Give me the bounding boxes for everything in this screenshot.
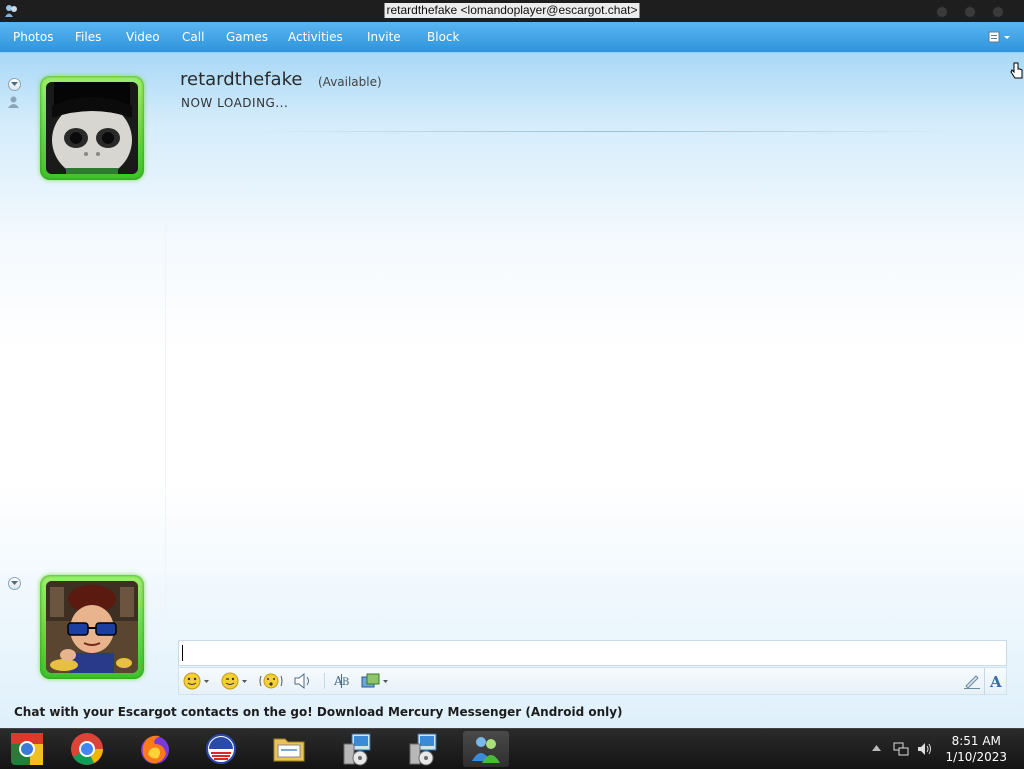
menu-files[interactable]: Files [75,30,101,44]
chrome-os-icon [11,733,43,765]
messenger-buddies-icon [472,737,500,763]
menu-invite[interactable]: Invite [367,30,401,44]
taskbar-app-chrome[interactable] [64,731,110,767]
messenger-setup-icon [409,733,437,766]
taskbar-app-files[interactable] [266,731,312,767]
contact-display-name[interactable]: retardthefake [180,69,302,90]
conversation-window: retardthefake (Available) NOW LOADING... [0,53,1024,728]
menu-photos[interactable]: Photos [13,30,53,44]
header-divider [258,131,958,132]
handwriting-pen-icon[interactable] [963,672,981,690]
svg-text:B: B [342,677,349,688]
tray-expand-icon[interactable] [872,745,881,751]
menu-call[interactable]: Call [182,30,204,44]
promo-banner-link[interactable]: Chat with your Escargot contacts on the … [14,705,623,719]
obama-logo-icon [206,734,236,764]
menu-video[interactable]: Video [126,30,160,44]
clock-date: 1/10/2023 [945,750,1007,764]
minimize-button[interactable] [936,6,948,18]
taskbar-app-firefox[interactable] [132,731,178,767]
hand-cursor-icon [1010,62,1023,79]
firefox-icon [141,735,169,764]
collapse-contact-pane-button[interactable] [8,78,21,91]
own-avatar[interactable] [40,575,144,679]
chevron-down-icon [11,581,18,585]
window-title: retardthefake <lomandoplayer@escargot.ch… [384,3,640,18]
taskbar-app-chromeos[interactable] [4,731,50,767]
send-image-icon[interactable] [361,672,391,690]
compose-toolbar: A B A [178,667,1007,695]
own-avatar-image [46,581,138,673]
contact-card-button[interactable] [8,96,19,108]
menu-games[interactable]: Games [226,30,268,44]
taskbar-app-setup-1[interactable] [334,731,380,767]
close-button[interactable] [992,6,1004,18]
message-input[interactable] [178,640,1007,666]
emoticon-icon[interactable] [183,672,211,690]
messenger-setup-icon [343,733,371,766]
sidebar-divider [165,223,166,643]
svg-text:A: A [989,673,1002,690]
taskbar-app-setup-2[interactable] [400,731,446,767]
menu-bar: Photos Files Video Call Games Activities… [0,22,1024,53]
voice-clip-icon[interactable] [293,672,313,690]
wink-icon[interactable] [221,672,249,690]
text-caret [182,645,183,661]
contact-avatar[interactable] [40,76,144,180]
chevron-down-icon [11,82,18,86]
chrome-icon [71,733,103,765]
contact-personal-message: NOW LOADING... [181,96,289,110]
taskbar: 8:51 AM 1/10/2023 [0,728,1024,769]
maximize-button[interactable] [964,6,976,18]
change-font-icon[interactable]: A B [333,672,355,690]
taskbar-app-obama[interactable] [198,731,244,767]
nudge-icon[interactable] [259,672,283,690]
contact-avatar-image [46,82,138,174]
title-bar[interactable]: retardthefake <lomandoplayer@escargot.ch… [0,0,1024,22]
toolbar-separator [984,668,985,694]
contact-person-icon [8,96,19,108]
clock-time: 8:51 AM [951,734,1001,748]
menu-block[interactable]: Block [427,30,459,44]
system-clock[interactable]: 8:51 AM 1/10/2023 [945,733,1007,765]
text-mode-icon[interactable]: A [989,672,1005,690]
messenger-app-icon[interactable] [3,3,19,19]
show-menu-icon[interactable] [988,30,1012,44]
toolbar-separator [324,673,325,689]
file-manager-icon [273,738,305,762]
contact-status: (Available) [318,75,382,89]
volume-icon[interactable] [917,741,933,757]
menu-activities[interactable]: Activities [288,30,343,44]
collapse-own-pane-button[interactable] [8,577,21,590]
network-icon[interactable] [893,741,909,757]
taskbar-app-messenger[interactable] [463,731,509,767]
